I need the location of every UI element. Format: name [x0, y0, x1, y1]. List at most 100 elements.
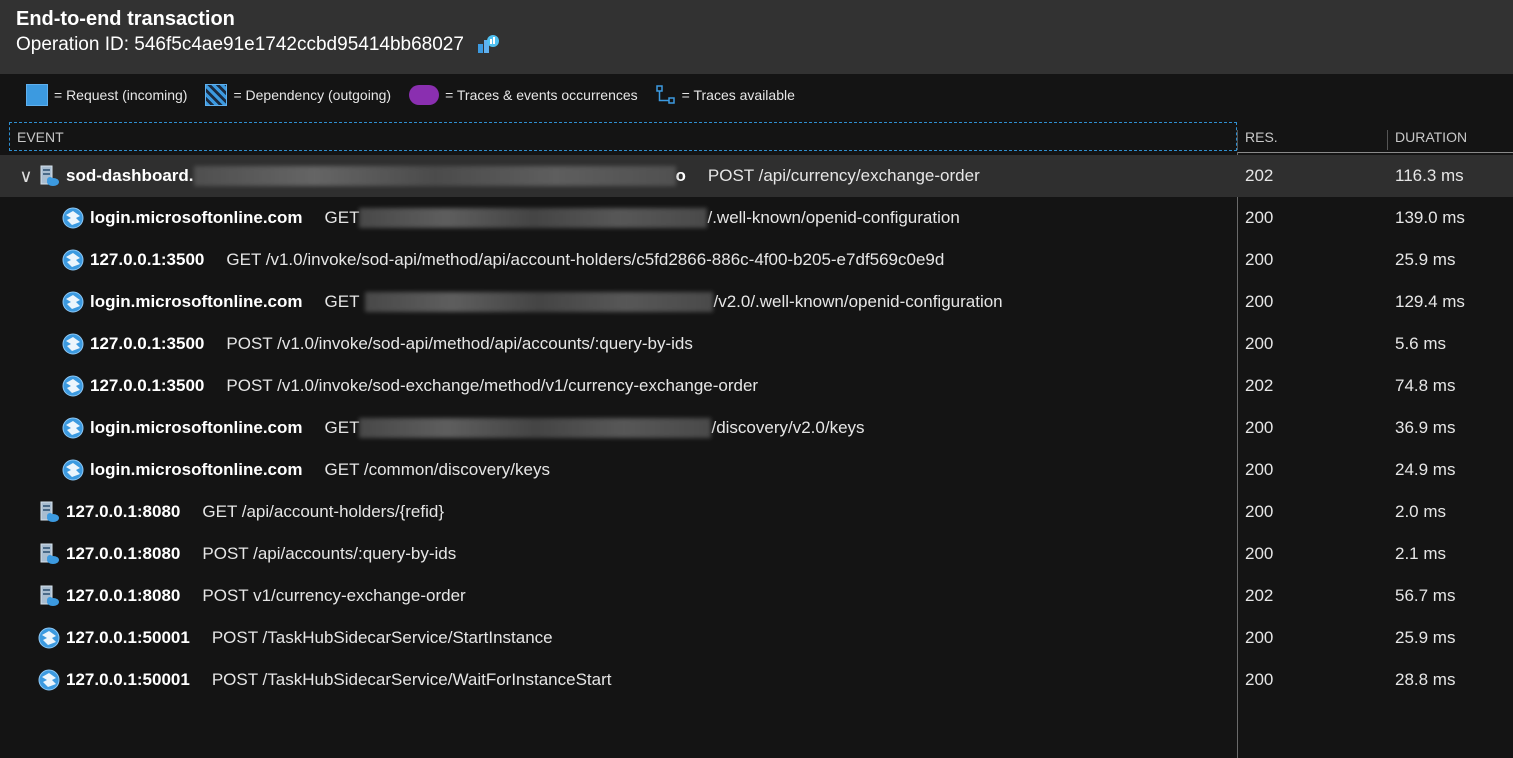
- row-duration: 36.9 ms: [1395, 418, 1456, 437]
- column-divider[interactable]: [1237, 130, 1238, 150]
- table-row[interactable]: login.microsoftonline.com GET /v2.0/.wel…: [0, 281, 1513, 323]
- row-operation: POST /v1.0/invoke/sod-api/method/api/acc…: [226, 334, 693, 353]
- table-row[interactable]: 127.0.0.1:3500 POST /v1.0/invoke/sod-exc…: [0, 365, 1513, 407]
- server-request-icon: [38, 585, 60, 607]
- column-divider[interactable]: [1387, 130, 1388, 150]
- row-operation: POST /api/accounts/:query-by-ids: [202, 544, 457, 563]
- row-operation-method: GET: [324, 418, 360, 437]
- table-row[interactable]: ∨ sod-dashboard. o POST /api/currency/ex…: [0, 155, 1513, 197]
- row-duration: 25.9 ms: [1395, 628, 1456, 647]
- row-operation-method: GET: [324, 208, 360, 227]
- row-result: 202: [1245, 166, 1274, 185]
- row-operation: POST v1/currency-exchange-order: [202, 586, 466, 605]
- chevron-down-icon[interactable]: ∨: [16, 166, 36, 187]
- row-result: 202: [1245, 376, 1274, 395]
- column-header-event[interactable]: EVENT: [9, 122, 1237, 151]
- dependency-globe-icon: [62, 207, 84, 229]
- row-operation: POST /TaskHubSidecarService/WaitForInsta…: [211, 670, 612, 689]
- transaction-header: End-to-end transaction Operation ID: 546…: [0, 0, 1513, 74]
- operation-id: Operation ID: 546f5c4ae91e1742ccbd95414b…: [16, 34, 500, 56]
- column-header-duration[interactable]: DURATION: [1395, 122, 1467, 152]
- server-request-icon: [38, 165, 60, 187]
- row-host: sod-dashboard.: [66, 166, 194, 185]
- row-operation: GET /v1.0/invoke/sod-api/method/api/acco…: [226, 250, 945, 269]
- table-row[interactable]: login.microsoftonline.com GET /common/di…: [0, 449, 1513, 491]
- dependency-globe-icon: [38, 669, 60, 691]
- row-operation: /v2.0/.well-known/openid-configuration: [713, 292, 1003, 311]
- row-operation: GET /api/account-holders/{refid}: [202, 502, 444, 521]
- row-operation: POST /v1.0/invoke/sod-exchange/method/v1…: [226, 376, 759, 395]
- legend-request: = Request (incoming): [26, 84, 187, 106]
- row-duration: 2.0 ms: [1395, 502, 1447, 521]
- column-header-res[interactable]: RES.: [1245, 122, 1278, 152]
- server-request-icon: [38, 501, 60, 523]
- legend-traces-available: = Traces available: [655, 85, 795, 105]
- page-title: End-to-end transaction: [16, 8, 235, 30]
- app-insights-icon[interactable]: [476, 34, 500, 56]
- row-operation: POST /api/currency/exchange-order: [707, 166, 980, 185]
- table-row[interactable]: 127.0.0.1:50001 POST /TaskHubSidecarServ…: [0, 659, 1513, 701]
- redacted-text: [359, 208, 708, 228]
- request-swatch-icon: [26, 84, 48, 106]
- row-operation: POST /TaskHubSidecarService/StartInstanc…: [211, 628, 553, 647]
- dependency-globe-icon: [38, 627, 60, 649]
- server-request-icon: [38, 543, 60, 565]
- row-result: 200: [1245, 292, 1274, 311]
- row-host: login.microsoftonline.com: [90, 292, 303, 311]
- traces-available-icon: [655, 85, 676, 105]
- row-result: 200: [1245, 418, 1274, 437]
- row-host: 127.0.0.1:8080: [66, 586, 181, 605]
- legend-dependency: = Dependency (outgoing): [205, 84, 391, 106]
- dependency-globe-icon: [62, 459, 84, 481]
- dependency-swatch-icon: [205, 84, 228, 106]
- table-row[interactable]: 127.0.0.1:3500 POST /v1.0/invoke/sod-api…: [0, 323, 1513, 365]
- row-host: 127.0.0.1:50001: [66, 670, 190, 689]
- row-operation: /.well-known/openid-configuration: [707, 208, 960, 227]
- row-duration: 74.8 ms: [1395, 376, 1456, 395]
- redacted-text: [359, 418, 712, 438]
- transaction-rows: ∨ sod-dashboard. o POST /api/currency/ex…: [0, 155, 1513, 701]
- grid-header: EVENT RES. DURATION: [0, 122, 1513, 152]
- row-duration: 28.8 ms: [1395, 670, 1456, 689]
- traces-swatch-icon: [409, 85, 440, 105]
- row-result: 200: [1245, 670, 1274, 689]
- table-row[interactable]: 127.0.0.1:8080 POST v1/currency-exchange…: [0, 575, 1513, 617]
- row-duration: 116.3 ms: [1395, 166, 1464, 185]
- row-duration: 25.9 ms: [1395, 250, 1456, 269]
- row-host: 127.0.0.1:3500: [90, 250, 205, 269]
- legend-traces: = Traces & events occurrences: [409, 85, 638, 105]
- row-result: 200: [1245, 628, 1274, 647]
- dependency-globe-icon: [62, 249, 84, 271]
- dependency-globe-icon: [62, 375, 84, 397]
- dependency-globe-icon: [62, 291, 84, 313]
- table-row[interactable]: 127.0.0.1:8080 GET /api/account-holders/…: [0, 491, 1513, 533]
- table-row[interactable]: 127.0.0.1:8080 POST /api/accounts/:query…: [0, 533, 1513, 575]
- row-result: 200: [1245, 502, 1274, 521]
- row-host: login.microsoftonline.com: [90, 208, 303, 227]
- legend: = Request (incoming) = Dependency (outgo…: [26, 84, 813, 106]
- row-result: 200: [1245, 460, 1274, 479]
- row-host: login.microsoftonline.com: [90, 460, 303, 479]
- row-duration: 2.1 ms: [1395, 544, 1447, 563]
- row-host: 127.0.0.1:8080: [66, 544, 181, 563]
- operation-id-text: Operation ID: 546f5c4ae91e1742ccbd95414b…: [16, 34, 464, 55]
- row-duration: 129.4 ms: [1395, 292, 1465, 311]
- table-row[interactable]: login.microsoftonline.com GET /discovery…: [0, 407, 1513, 449]
- redacted-text: [365, 292, 714, 312]
- redacted-text: [193, 166, 676, 186]
- table-row[interactable]: 127.0.0.1:3500 GET /v1.0/invoke/sod-api/…: [0, 239, 1513, 281]
- row-operation: GET /common/discovery/keys: [324, 460, 550, 479]
- row-result: 200: [1245, 334, 1274, 353]
- header-underline: [1237, 152, 1513, 153]
- row-result: 200: [1245, 544, 1274, 563]
- row-host: login.microsoftonline.com: [90, 418, 303, 437]
- row-result: 200: [1245, 208, 1274, 227]
- row-duration: 5.6 ms: [1395, 334, 1447, 353]
- row-result: 202: [1245, 586, 1274, 605]
- row-result: 200: [1245, 250, 1274, 269]
- table-row[interactable]: 127.0.0.1:50001 POST /TaskHubSidecarServ…: [0, 617, 1513, 659]
- dependency-globe-icon: [62, 333, 84, 355]
- table-row[interactable]: login.microsoftonline.com GET /.well-kno…: [0, 197, 1513, 239]
- dependency-globe-icon: [62, 417, 84, 439]
- row-duration: 24.9 ms: [1395, 460, 1456, 479]
